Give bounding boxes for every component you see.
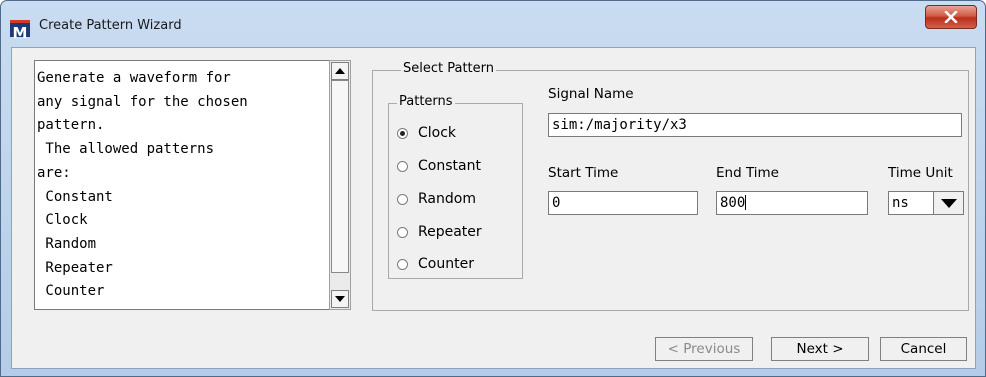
next-button[interactable]: Next > [771,337,869,361]
end-time-value: 800 [720,195,746,211]
radio-repeater[interactable]: Repeater [397,222,482,242]
time-unit-label: Time Unit [888,165,953,181]
radio-constant[interactable]: Constant [397,156,481,176]
signal-name-input[interactable]: sim:/majority/x3 [548,113,962,137]
wizard-window: M Create Pattern Wizard Generate a wavef… [0,0,986,377]
select-pattern-title: Select Pattern [401,61,497,76]
radio-counter[interactable]: Counter [397,254,474,274]
previous-button[interactable]: < Previous [655,337,753,361]
radio-counter-label: Counter [418,256,474,272]
scroll-up-button[interactable] [331,62,349,80]
end-time-label: End Time [716,165,779,181]
close-icon [944,11,958,23]
arrow-up-icon [335,68,345,74]
title-bar[interactable]: M Create Pattern Wizard [1,1,985,47]
window-title: Create Pattern Wizard [39,18,182,33]
scrollbar-thumb[interactable] [331,80,349,273]
time-unit-select[interactable]: ns [888,191,934,215]
radio-random[interactable]: Random [397,189,476,209]
end-time-input[interactable]: 800 [716,191,868,215]
close-button[interactable] [925,5,977,29]
start-time-label: Start Time [548,165,619,181]
text-caret [745,195,747,210]
radio-constant-label: Constant [418,158,481,174]
start-time-input[interactable]: 0 [548,191,698,215]
dialog-body: Generate a waveform for any signal for t… [11,47,976,369]
cancel-button[interactable]: Cancel [880,337,967,361]
description-text: Generate a waveform for any signal for t… [37,70,248,300]
app-icon: M [10,20,30,42]
scroll-down-button[interactable] [331,290,349,308]
radio-random-label: Random [418,191,476,207]
time-unit-dropdown-button[interactable] [934,191,964,215]
radio-clock-indicator [397,127,408,139]
radio-clock-label: Clock [418,125,457,141]
patterns-title: Patterns [397,94,455,109]
radio-random-indicator [397,193,408,205]
patterns-group: Patterns Clock Constant Random Repeater [388,94,523,279]
radio-repeater-indicator [397,226,408,238]
description-scrollbar[interactable] [329,60,351,310]
chevron-down-icon [940,198,957,208]
signal-name-label: Signal Name [548,86,634,102]
select-pattern-group: Select Pattern Patterns Clock Constant R… [372,61,969,311]
arrow-down-icon [335,296,345,302]
radio-repeater-label: Repeater [418,224,482,240]
radio-counter-indicator [397,258,408,270]
description-box: Generate a waveform for any signal for t… [34,60,329,310]
radio-clock[interactable]: Clock [397,123,456,143]
radio-constant-indicator [397,160,408,172]
